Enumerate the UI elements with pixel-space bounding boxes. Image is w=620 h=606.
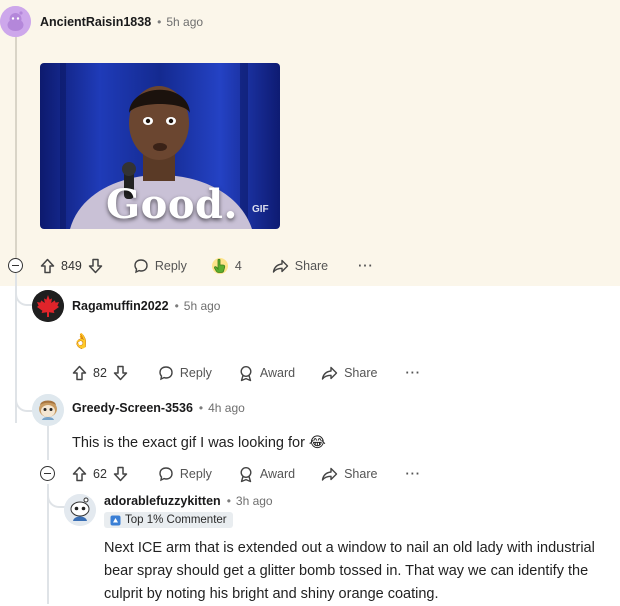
award-button[interactable]: 4 <box>211 257 242 275</box>
separator: • <box>226 494 231 508</box>
reply-label: Reply <box>179 366 212 380</box>
share-label: Share <box>344 467 378 481</box>
collapse-thread-button[interactable] <box>40 466 55 481</box>
username[interactable]: Ragamuffin2022 <box>72 299 169 313</box>
comment-meta: AncientRaisin1838 • 5h ago <box>40 15 203 29</box>
avatar[interactable] <box>32 394 64 426</box>
share-button[interactable]: Share <box>272 258 328 274</box>
character-avatar-icon <box>32 394 64 426</box>
upvote-icon[interactable] <box>72 365 87 381</box>
reply-button[interactable]: Reply <box>133 258 187 274</box>
reply-label: Reply <box>179 467 212 481</box>
share-arrow-icon <box>321 467 338 481</box>
avatar[interactable] <box>32 290 64 322</box>
vote-group: 82 <box>72 365 128 381</box>
timestamp[interactable]: 3h ago <box>236 494 273 508</box>
gif-label: GIF <box>252 204 269 215</box>
comment-bubble-icon <box>159 366 173 381</box>
reply-button[interactable]: Reply <box>158 466 212 482</box>
comment-actions: 82 Reply Award Share ··· <box>72 361 421 385</box>
more-options-icon: ··· <box>405 366 421 380</box>
comment-body: Next ICE arm that is extended out a wind… <box>104 540 595 602</box>
comment-meta: adorablefuzzykitten • 3h ago <box>104 494 273 508</box>
more-options-button[interactable]: ··· <box>405 467 421 481</box>
downvote-icon[interactable] <box>113 466 128 482</box>
share-label: Share <box>344 366 378 380</box>
reply-button[interactable]: Reply <box>158 365 212 381</box>
more-options-button[interactable]: ··· <box>358 259 374 273</box>
more-options-icon: ··· <box>405 467 421 481</box>
collapse-thread-button[interactable] <box>8 258 23 273</box>
timestamp[interactable]: 5h ago <box>184 299 221 313</box>
comment-body: 👌 <box>72 333 91 350</box>
comment-meta: Ragamuffin2022 • 5h ago <box>72 299 220 313</box>
gif-image[interactable]: Good. GIF <box>40 63 280 229</box>
separator: • <box>174 299 179 313</box>
user-flair-badge: Top 1% Commenter <box>104 512 233 528</box>
upvote-icon[interactable] <box>72 466 87 482</box>
share-button[interactable]: Share <box>321 365 377 381</box>
username[interactable]: AncientRaisin1838 <box>40 15 151 29</box>
award-button[interactable]: Award <box>238 365 295 382</box>
award-label: Award <box>259 366 296 380</box>
upvote-icon[interactable] <box>40 258 55 274</box>
avatar[interactable] <box>64 494 96 526</box>
award-ribbon-icon <box>240 466 252 482</box>
comment-body: This is the exact gif I was looking for … <box>72 435 326 451</box>
gif-caption: Good. <box>106 181 238 228</box>
more-options-button[interactable]: ··· <box>405 366 421 380</box>
award-count: 4 <box>234 259 242 273</box>
award-label: Award <box>259 467 296 481</box>
vote-count: 849 <box>61 259 82 273</box>
comment-bubble-icon <box>159 467 173 482</box>
share-label: Share <box>294 259 329 273</box>
top-commenter-icon <box>110 515 121 525</box>
comment-meta: Greedy-Screen-3536 • 4h ago <box>72 401 245 415</box>
timestamp[interactable]: 4h ago <box>208 401 245 415</box>
pointing-hand-award-icon <box>211 258 228 274</box>
username[interactable]: Greedy-Screen-3536 <box>72 401 193 415</box>
thread-line[interactable] <box>47 426 49 460</box>
reply-label: Reply <box>154 259 187 273</box>
separator: • <box>157 15 162 29</box>
share-button[interactable]: Share <box>321 466 377 482</box>
snoo-avatar-icon <box>64 494 96 526</box>
vote-count: 62 <box>93 467 107 481</box>
thread-connector <box>47 484 66 508</box>
share-arrow-icon <box>272 259 288 273</box>
timestamp[interactable]: 5h ago <box>166 15 203 29</box>
share-arrow-icon <box>321 366 338 380</box>
downvote-icon[interactable] <box>88 258 103 274</box>
avatar[interactable] <box>0 6 31 37</box>
award-ribbon-icon <box>240 365 252 381</box>
comment-bubble-icon <box>134 259 148 274</box>
comment-actions: 62 Reply Award Share ··· <box>72 462 421 486</box>
thread-line[interactable] <box>15 36 17 258</box>
comment-actions: 849 Reply 4 Share ··· <box>40 254 374 278</box>
flair-label: Top 1% Commenter <box>125 514 227 526</box>
separator: • <box>198 401 204 415</box>
vote-count: 82 <box>93 366 107 380</box>
more-options-icon: ··· <box>358 259 374 273</box>
vote-group: 62 <box>72 466 128 482</box>
downvote-icon[interactable] <box>113 365 128 381</box>
maple-leaf-avatar-icon <box>32 290 64 322</box>
username[interactable]: adorablefuzzykitten <box>104 494 221 508</box>
snoo-avatar-icon <box>0 6 31 37</box>
vote-group: 849 <box>40 258 103 274</box>
award-button[interactable]: Award <box>238 466 295 483</box>
